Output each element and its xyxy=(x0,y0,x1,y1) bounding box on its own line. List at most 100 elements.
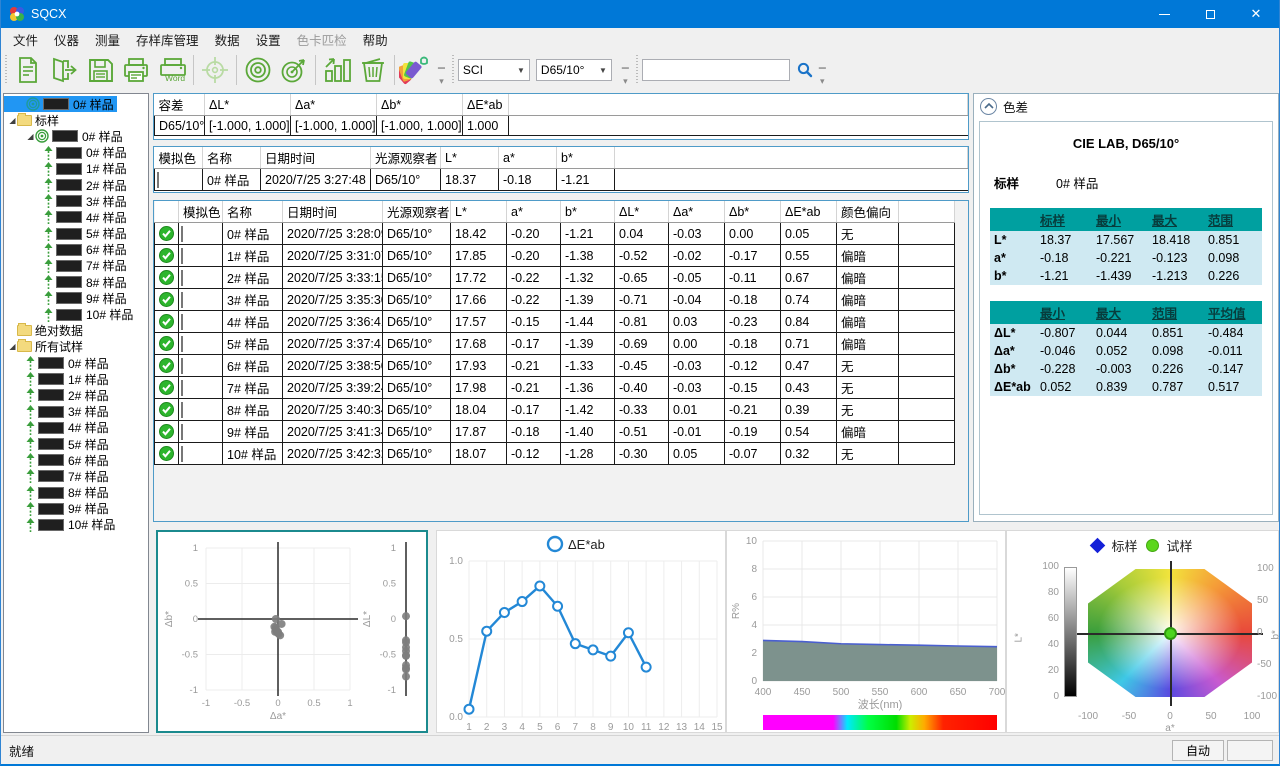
tree-item-sample[interactable]: 10# 样品 xyxy=(4,306,148,322)
tree-item-sample[interactable]: 3# 样品 xyxy=(4,193,148,209)
tree-expand-icon[interactable]: ◢ xyxy=(8,342,17,351)
column-header[interactable]: 光源观察者 xyxy=(371,147,441,169)
close-button[interactable]: ✕ xyxy=(1233,0,1279,28)
menu-item-sample-library[interactable]: 存样库管理 xyxy=(128,27,207,52)
tree-item-sample[interactable]: 6# 样品 xyxy=(4,242,148,258)
column-header[interactable]: a* xyxy=(507,201,561,223)
menu-item-help[interactable]: 帮助 xyxy=(355,27,396,52)
tree-item-sample[interactable]: 5# 样品 xyxy=(4,226,148,242)
print-word-icon[interactable]: Word xyxy=(154,53,190,87)
mode-combobox[interactable]: SCI ▼ xyxy=(458,59,530,81)
statistics-icon[interactable] xyxy=(319,53,355,87)
menu-item-data[interactable]: 数据 xyxy=(207,27,248,52)
toolbar-grip[interactable] xyxy=(3,55,8,85)
tree-item-sample[interactable]: 5# 样品 xyxy=(4,436,148,452)
column-header[interactable]: 日期时间 xyxy=(283,201,383,223)
search-input[interactable] xyxy=(642,59,790,81)
column-header[interactable]: ΔE*ab xyxy=(781,201,837,223)
column-header[interactable]: Δb* xyxy=(377,94,463,116)
auto-mode-button[interactable]: 自动 xyxy=(1172,740,1224,761)
tree-item-sample[interactable]: 8# 样品 xyxy=(4,485,148,501)
new-document-icon[interactable] xyxy=(10,53,46,87)
column-header[interactable]: Δb* xyxy=(725,201,781,223)
toolbar-overflow-icon[interactable]: ▔▾ xyxy=(622,69,629,85)
tolerance-cell[interactable]: D65/10° xyxy=(155,116,205,136)
tree-item-sample[interactable]: 8# 样品 xyxy=(4,274,148,290)
menu-item-file[interactable]: 文件 xyxy=(5,27,46,52)
sample-row[interactable]: 1# 样品2020/7/25 3:31:07D65/10°17.85-0.20-… xyxy=(155,245,955,267)
tree-folder-all-samples[interactable]: ◢所有试样 xyxy=(4,339,148,355)
sample-row[interactable]: 2# 样品2020/7/25 3:33:15D65/10°17.72-0.22-… xyxy=(155,267,955,289)
export-icon[interactable] xyxy=(46,53,82,87)
menu-item-measure[interactable]: 测量 xyxy=(87,27,128,52)
tree-expand-icon[interactable]: ◢ xyxy=(8,116,17,125)
tree-item-sample[interactable]: 7# 样品 xyxy=(4,258,148,274)
tolerance-cell[interactable]: [-1.000, 1.000] xyxy=(377,116,463,136)
column-header[interactable]: ΔL* xyxy=(205,94,291,116)
maximize-button[interactable] xyxy=(1187,0,1233,28)
column-header[interactable]: Δa* xyxy=(669,201,725,223)
delete-icon[interactable] xyxy=(355,53,391,87)
column-header[interactable]: b* xyxy=(557,147,615,169)
column-header[interactable]: 日期时间 xyxy=(261,147,371,169)
minimize-button[interactable] xyxy=(1141,0,1187,28)
column-header[interactable]: 颜色偏向 xyxy=(837,201,899,223)
column-header[interactable]: 容差 xyxy=(155,94,205,116)
tree-item-sample[interactable]: 10# 样品 xyxy=(4,517,148,533)
tree-item-current-standard[interactable]: 0# 样品 xyxy=(4,96,148,112)
tree-item-sample[interactable]: 3# 样品 xyxy=(4,404,148,420)
column-header[interactable]: L* xyxy=(441,147,499,169)
tree-item-sample[interactable]: 0# 样品 xyxy=(4,355,148,371)
tree-item-standard[interactable]: ◢0# 样品 xyxy=(4,128,148,144)
sample-row[interactable]: 0# 样品2020/7/25 3:28:09D65/10°18.42-0.20-… xyxy=(155,223,955,245)
tree-item-sample[interactable]: 6# 样品 xyxy=(4,452,148,468)
measure-target-icon[interactable] xyxy=(276,53,312,87)
tree-item-sample[interactable]: 4# 样品 xyxy=(4,420,148,436)
column-header[interactable]: Δa* xyxy=(291,94,377,116)
tree-folder-absolute-data[interactable]: 绝对数据 xyxy=(4,323,148,339)
lab-gamut-panel[interactable]: 标样试样100806040200L*-100-50050100a*100500-… xyxy=(1006,530,1279,733)
sample-row[interactable]: 7# 样品2020/7/25 3:39:24D65/10°17.98-0.21-… xyxy=(155,377,955,399)
collapse-panel-button[interactable] xyxy=(980,98,997,115)
sample-row[interactable]: 6# 样品2020/7/25 3:38:50D65/10°17.93-0.21-… xyxy=(155,355,955,377)
tree-item-sample[interactable]: 2# 样品 xyxy=(4,177,148,193)
standard-row[interactable]: 0# 样品2020/7/25 3:27:48D65/10°18.37-0.18-… xyxy=(155,169,968,191)
column-header[interactable]: 模拟色 xyxy=(179,201,223,223)
toolbar-overflow-icon[interactable]: ▔▾ xyxy=(819,69,826,85)
tolerance-cell[interactable]: [-1.000, 1.000] xyxy=(205,116,291,136)
delta-ab-scatter-panel[interactable]: -1-1-0.5-0.5000.50.511Δb*Δa*-1-0.500.51Δ… xyxy=(156,530,428,733)
sample-row[interactable]: 4# 样品2020/7/25 3:36:41D65/10°17.57-0.15-… xyxy=(155,311,955,333)
menu-item-instrument[interactable]: 仪器 xyxy=(46,27,87,52)
tolerance-cell[interactable]: 1.000 xyxy=(463,116,509,136)
calibration-icon[interactable] xyxy=(240,53,276,87)
tree-item-sample[interactable]: 2# 样品 xyxy=(4,387,148,403)
tree-item-sample[interactable]: 7# 样品 xyxy=(4,468,148,484)
sample-row[interactable]: 9# 样品2020/7/25 3:41:34D65/10°17.87-0.18-… xyxy=(155,421,955,443)
toolbar-overflow-icon[interactable]: ▔▾ xyxy=(438,69,445,85)
column-header[interactable]: L* xyxy=(451,201,507,223)
toolbar-grip[interactable] xyxy=(451,55,456,85)
tree-item-sample[interactable]: 1# 样品 xyxy=(4,161,148,177)
toolbar-grip[interactable] xyxy=(635,55,640,85)
column-header[interactable]: ΔE*ab xyxy=(463,94,509,116)
sample-row[interactable]: 5# 样品2020/7/25 3:37:41D65/10°17.68-0.17-… xyxy=(155,333,955,355)
column-header[interactable]: 光源观察者 xyxy=(383,201,451,223)
column-header[interactable]: 名称 xyxy=(203,147,261,169)
menu-item-color-card-match[interactable]: 色卡匹检 xyxy=(289,27,355,52)
illuminant-combobox[interactable]: D65/10° ▼ xyxy=(536,59,612,81)
sample-row[interactable]: 8# 样品2020/7/25 3:40:34D65/10°18.04-0.17-… xyxy=(155,399,955,421)
tree-item-sample[interactable]: 1# 样品 xyxy=(4,371,148,387)
column-header[interactable]: 名称 xyxy=(223,201,283,223)
sample-row[interactable]: 10# 样品2020/7/25 3:42:32D65/10°18.07-0.12… xyxy=(155,443,955,465)
menu-item-settings[interactable]: 设置 xyxy=(248,27,289,52)
tree-item-sample[interactable]: 4# 样品 xyxy=(4,209,148,225)
search-icon[interactable] xyxy=(795,60,815,80)
tree-item-sample[interactable]: 0# 样品 xyxy=(4,145,148,161)
sample-row[interactable]: 3# 样品2020/7/25 3:35:30D65/10°17.66-0.22-… xyxy=(155,289,955,311)
delta-e-trend-panel[interactable]: ΔE*ab0.00.51.0123456789101112131415 xyxy=(436,530,726,733)
tree-item-sample[interactable]: 9# 样品 xyxy=(4,290,148,306)
column-header[interactable]: b* xyxy=(561,201,615,223)
column-header[interactable]: 模拟色 xyxy=(155,147,203,169)
print-icon[interactable] xyxy=(118,53,154,87)
tolerance-cell[interactable]: [-1.000, 1.000] xyxy=(291,116,377,136)
